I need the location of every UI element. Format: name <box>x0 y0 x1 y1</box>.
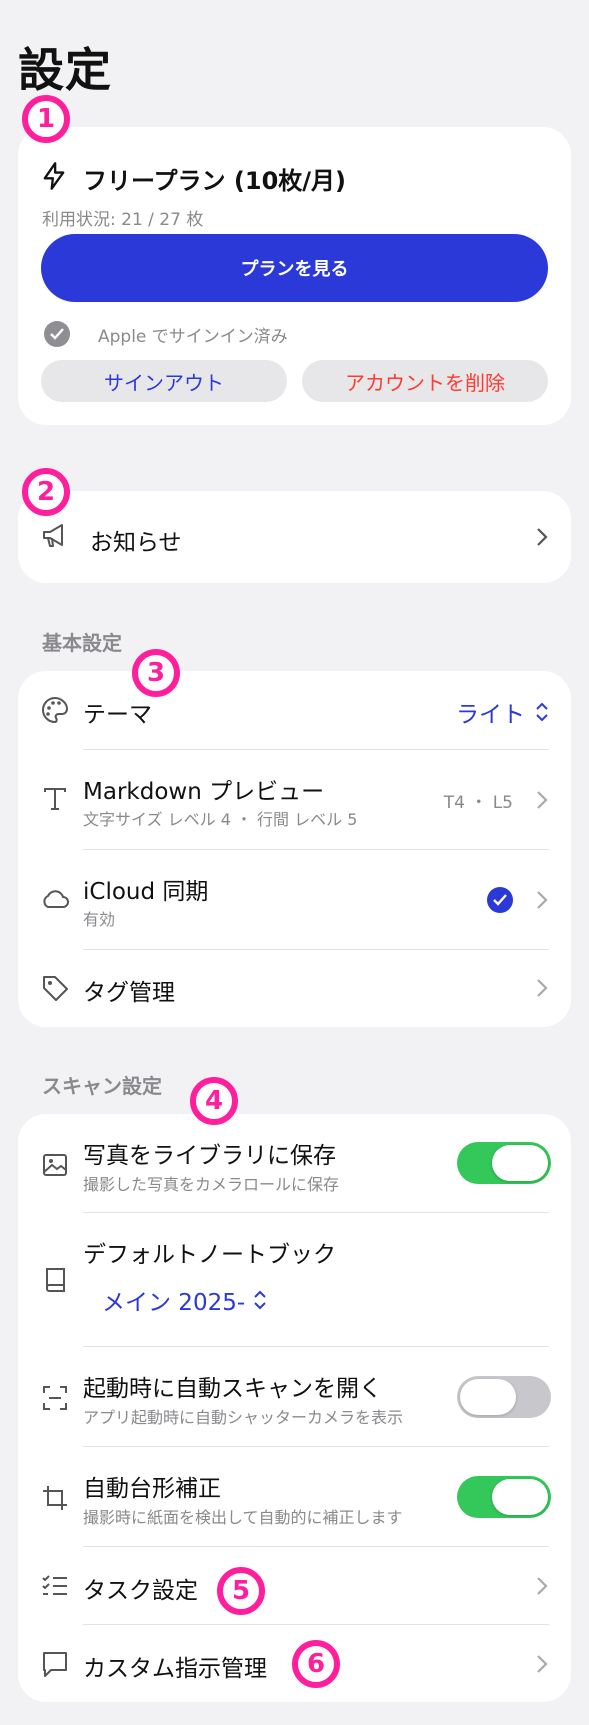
scan-settings-card: 写真をライブラリに保存 撮影した写真をカメラロールに保存 デフォルトノートブック… <box>18 1114 571 1702</box>
save-photos-sub: 撮影した写真をカメラロールに保存 <box>83 1175 340 1194</box>
sign-out-button[interactable]: サインアウト <box>41 360 287 402</box>
save-photos-toggle[interactable] <box>457 1142 551 1184</box>
megaphone-icon <box>43 524 63 547</box>
scan-frame-icon <box>43 1386 67 1410</box>
checkmark-icon <box>487 887 513 913</box>
crop-icon <box>43 1486 67 1510</box>
basic-settings-header: 基本設定 <box>42 631 122 655</box>
default-notebook-label: デフォルトノートブック <box>83 1242 336 1268</box>
notebook-value: メイン 2025- <box>102 1290 246 1316</box>
chevron-right-icon <box>537 891 548 909</box>
annotation-badge-2: 2 <box>22 468 70 516</box>
page-title: 設定 <box>18 43 112 97</box>
theme-label: テーマ <box>83 702 152 728</box>
book-icon <box>46 1268 65 1292</box>
chevron-right-icon <box>537 979 548 997</box>
task-label: タスク設定 <box>83 1578 198 1604</box>
plan-title: フリープラン (10枚/月) <box>83 167 347 195</box>
auto-crop-sub: 撮影時に紙面を検出して自動的に補正します <box>83 1508 403 1527</box>
tag-label: タグ管理 <box>83 980 175 1006</box>
palette-icon <box>42 696 69 724</box>
annotation-badge-6: 6 <box>292 1640 340 1688</box>
markdown-sub: 文字サイズ レベル 4 ・ 行間 レベル 5 <box>83 810 358 829</box>
plan-card: フリープラン (10枚/月) 利用状況: 21 / 27 枚 プランを見る Ap… <box>18 127 571 425</box>
chevron-updown-icon <box>536 702 548 722</box>
annotation-badge-3: 3 <box>132 649 180 697</box>
basic-settings-card: テーマ ライト Markdown プレビュー 文字サイズ レベル 4 ・ 行間 … <box>18 671 571 1027</box>
chevron-updown-icon <box>254 1290 266 1310</box>
auto-crop-row: 自動台形補正 撮影時に紙面を検出して自動的に補正します <box>18 1447 571 1546</box>
task-settings-row[interactable]: タスク設定 <box>18 1547 571 1624</box>
chevron-right-icon <box>537 1577 548 1595</box>
icloud-sync-row[interactable]: iCloud 同期 有効 <box>18 850 571 949</box>
view-plans-button[interactable]: プランを見る <box>41 234 548 302</box>
markdown-label: Markdown プレビュー <box>83 779 325 805</box>
tag-management-row[interactable]: タグ管理 <box>18 950 571 1027</box>
message-icon <box>43 1652 67 1677</box>
chevron-right-icon <box>537 528 548 546</box>
delete-account-button[interactable]: アカウントを削除 <box>302 360 548 402</box>
text-icon <box>44 788 66 810</box>
signed-in-status: Apple でサインイン済み <box>44 321 288 347</box>
checklist-icon <box>42 1575 67 1595</box>
chevron-right-icon <box>537 791 548 809</box>
tag-icon <box>43 976 68 1001</box>
signed-in-label: Apple でサインイン済み <box>98 326 288 347</box>
annotation-badge-4: 4 <box>190 1077 238 1125</box>
scan-settings-header: スキャン設定 <box>42 1074 162 1098</box>
auto-scan-label: 起動時に自動スキャンを開く <box>83 1376 382 1402</box>
checkmark-icon <box>44 321 70 347</box>
annotation-badge-5: 5 <box>217 1567 265 1615</box>
chevron-right-icon <box>537 1655 548 1673</box>
notice-card[interactable]: お知らせ <box>18 491 571 583</box>
save-photos-row: 写真をライブラリに保存 撮影した写真をカメラロールに保存 <box>18 1114 571 1212</box>
theme-row[interactable]: テーマ ライト <box>18 671 571 749</box>
icloud-label: iCloud 同期 <box>83 879 209 905</box>
bolt-icon <box>43 162 65 190</box>
save-photos-label: 写真をライブラリに保存 <box>83 1143 336 1169</box>
notice-label: お知らせ <box>90 530 182 556</box>
usage-text: 利用状況: 21 / 27 枚 <box>42 210 204 230</box>
theme-picker[interactable]: ライト <box>456 695 549 729</box>
icloud-sub: 有効 <box>83 910 116 929</box>
photo-icon <box>43 1154 67 1176</box>
auto-crop-label: 自動台形補正 <box>83 1476 221 1502</box>
default-notebook-row: デフォルトノートブック メイン 2025- <box>18 1213 571 1346</box>
notebook-picker[interactable]: メイン 2025- <box>102 1283 267 1317</box>
auto-scan-sub: アプリ起動時に自動シャッターカメラを表示 <box>83 1408 404 1427</box>
markdown-value: T4 ・ L5 <box>443 793 513 813</box>
auto-scan-toggle[interactable] <box>457 1376 551 1418</box>
cloud-icon <box>43 890 69 908</box>
markdown-preview-row[interactable]: Markdown プレビュー 文字サイズ レベル 4 ・ 行間 レベル 5 T4… <box>18 750 571 849</box>
annotation-badge-1: 1 <box>22 95 70 143</box>
custom-label: カスタム指示管理 <box>83 1656 267 1682</box>
auto-scan-row: 起動時に自動スキャンを開く アプリ起動時に自動シャッターカメラを表示 <box>18 1347 571 1446</box>
auto-crop-toggle[interactable] <box>457 1476 551 1518</box>
theme-value: ライト <box>456 702 525 728</box>
